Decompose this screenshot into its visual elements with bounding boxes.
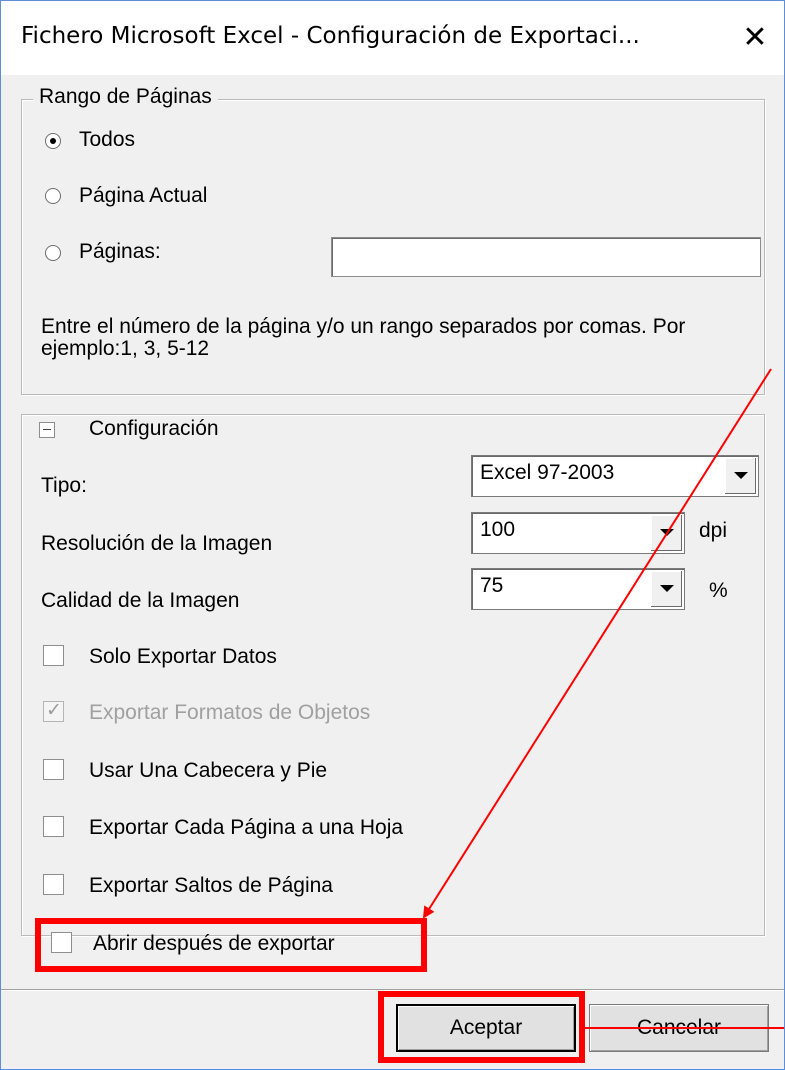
annotation-arrows	[422, 368, 784, 1029]
export-dialog: Fichero Microsoft Excel - Configuración …	[0, 0, 785, 1070]
annotation-arrow-line	[422, 368, 772, 919]
